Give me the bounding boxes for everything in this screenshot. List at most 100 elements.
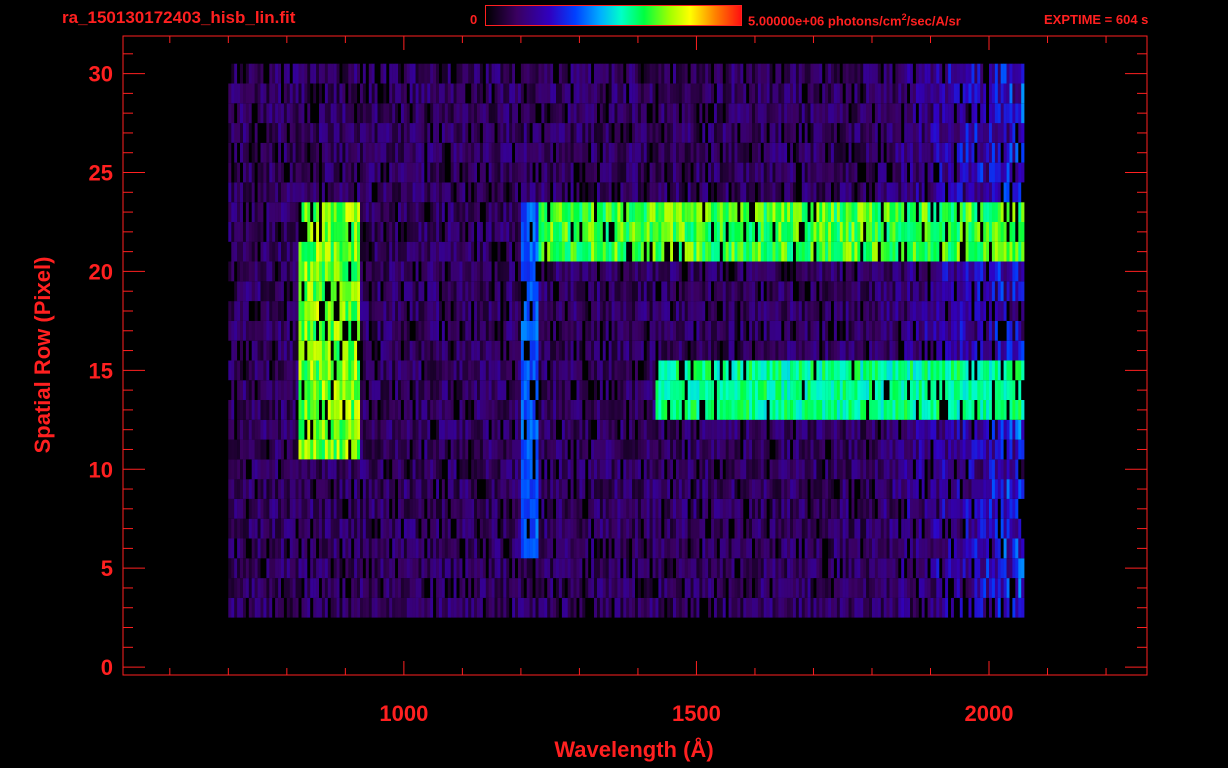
heatmap-cell — [327, 439, 331, 460]
heatmap-cell — [667, 301, 671, 321]
heatmap-cell — [746, 518, 750, 539]
heatmap-cell — [983, 597, 987, 618]
heatmap-cell — [898, 419, 902, 440]
heatmap-cell — [453, 320, 457, 341]
heatmap-cell — [1006, 419, 1010, 440]
heatmap-cell — [430, 479, 434, 499]
heatmap-cell — [594, 340, 598, 361]
heatmap-cell — [766, 340, 770, 361]
heatmap-cell — [795, 419, 800, 440]
heatmap-cell — [278, 439, 282, 460]
heatmap-cell — [980, 439, 984, 460]
heatmap-cell — [389, 320, 393, 341]
heatmap-cell — [676, 419, 680, 440]
heatmap-cell — [324, 578, 329, 598]
heatmap-cell — [620, 538, 624, 559]
heatmap-cell — [1015, 400, 1019, 420]
heatmap-cell — [389, 439, 393, 460]
heatmap-cell — [257, 439, 261, 460]
heatmap-cell — [494, 479, 498, 499]
heatmap-cell — [292, 360, 296, 381]
heatmap-cell — [684, 439, 688, 460]
heatmap-cell — [828, 459, 832, 480]
heatmap-cell — [828, 340, 832, 361]
heatmap-cell — [766, 518, 770, 539]
heatmap-cell — [766, 261, 770, 282]
heatmap-cell — [895, 459, 899, 480]
heatmap-cell — [301, 439, 305, 460]
heatmap-cell — [690, 301, 694, 321]
heatmap-cell — [468, 498, 472, 519]
heatmap-cell — [743, 439, 747, 460]
heatmap-cell — [424, 301, 428, 321]
heatmap-cell — [728, 320, 732, 341]
heatmap-cell — [845, 360, 849, 381]
heatmap-cell — [433, 439, 437, 460]
heatmap-cell — [983, 479, 987, 499]
heatmap-cell — [392, 439, 396, 460]
heatmap-cell — [237, 439, 241, 460]
heatmap-cell — [927, 558, 931, 579]
heatmap-cell — [611, 578, 615, 598]
heatmap-cell — [377, 241, 381, 262]
heatmap-cell — [915, 320, 920, 341]
heatmap-cell — [664, 281, 668, 302]
heatmap-cell — [567, 340, 571, 361]
heatmap-cell — [310, 360, 314, 381]
heatmap-cell — [503, 597, 507, 618]
heatmap-cell — [1003, 498, 1007, 519]
heatmap-cell — [915, 281, 920, 302]
heatmap-cell — [348, 419, 352, 440]
heatmap-cell — [678, 320, 683, 341]
heatmap-cell — [673, 498, 677, 519]
heatmap-cell — [427, 261, 431, 282]
heatmap-cell — [892, 320, 896, 341]
heatmap-cell — [348, 597, 352, 618]
heatmap-cell — [986, 538, 990, 559]
heatmap-cell — [848, 301, 852, 321]
heatmap-cell — [731, 320, 735, 341]
heatmap-cell — [392, 340, 396, 361]
heatmap-cell — [684, 301, 688, 321]
heatmap-cell — [860, 400, 864, 420]
heatmap-cell — [573, 498, 577, 519]
heatmap-cell — [673, 340, 677, 361]
heatmap-cell — [763, 340, 767, 361]
heatmap-cell — [263, 281, 267, 302]
heatmap-cell — [561, 419, 566, 440]
heatmap-cell — [956, 439, 960, 460]
heatmap-cell — [845, 558, 849, 579]
heatmap-cell — [863, 301, 867, 321]
heatmap-cell — [377, 459, 381, 480]
heatmap-cell — [702, 281, 706, 302]
heatmap-cell — [512, 578, 516, 598]
heatmap-cell — [819, 479, 823, 499]
heatmap-cell — [994, 320, 999, 341]
heatmap-cell — [406, 558, 410, 579]
heatmap-cell — [851, 261, 855, 282]
heatmap-cell — [836, 281, 841, 302]
heatmap-cell — [392, 558, 396, 579]
heatmap-cell — [655, 479, 659, 499]
heatmap-cell — [620, 320, 624, 341]
heatmap-cell — [807, 538, 811, 559]
heatmap-cell — [716, 439, 721, 460]
heatmap-cell — [430, 340, 434, 361]
heatmap-cell — [860, 558, 864, 579]
heatmap-cell — [430, 241, 434, 262]
heatmap-cell — [822, 558, 826, 579]
heatmap-cell — [795, 320, 800, 341]
heatmap-cell — [684, 558, 688, 579]
heatmap-cell — [605, 479, 609, 499]
heatmap-cell — [333, 320, 337, 341]
heatmap-cell — [714, 578, 718, 598]
heatmap-cell — [866, 419, 870, 440]
heatmap-cell — [693, 281, 697, 302]
heatmap-cell — [336, 241, 340, 262]
heatmap-cell — [696, 261, 700, 282]
heatmap-cell — [327, 538, 331, 559]
heatmap-cell — [705, 597, 709, 618]
heatmap-cell — [447, 320, 451, 341]
heatmap-cell — [965, 301, 969, 321]
heatmap-cell — [307, 558, 311, 579]
